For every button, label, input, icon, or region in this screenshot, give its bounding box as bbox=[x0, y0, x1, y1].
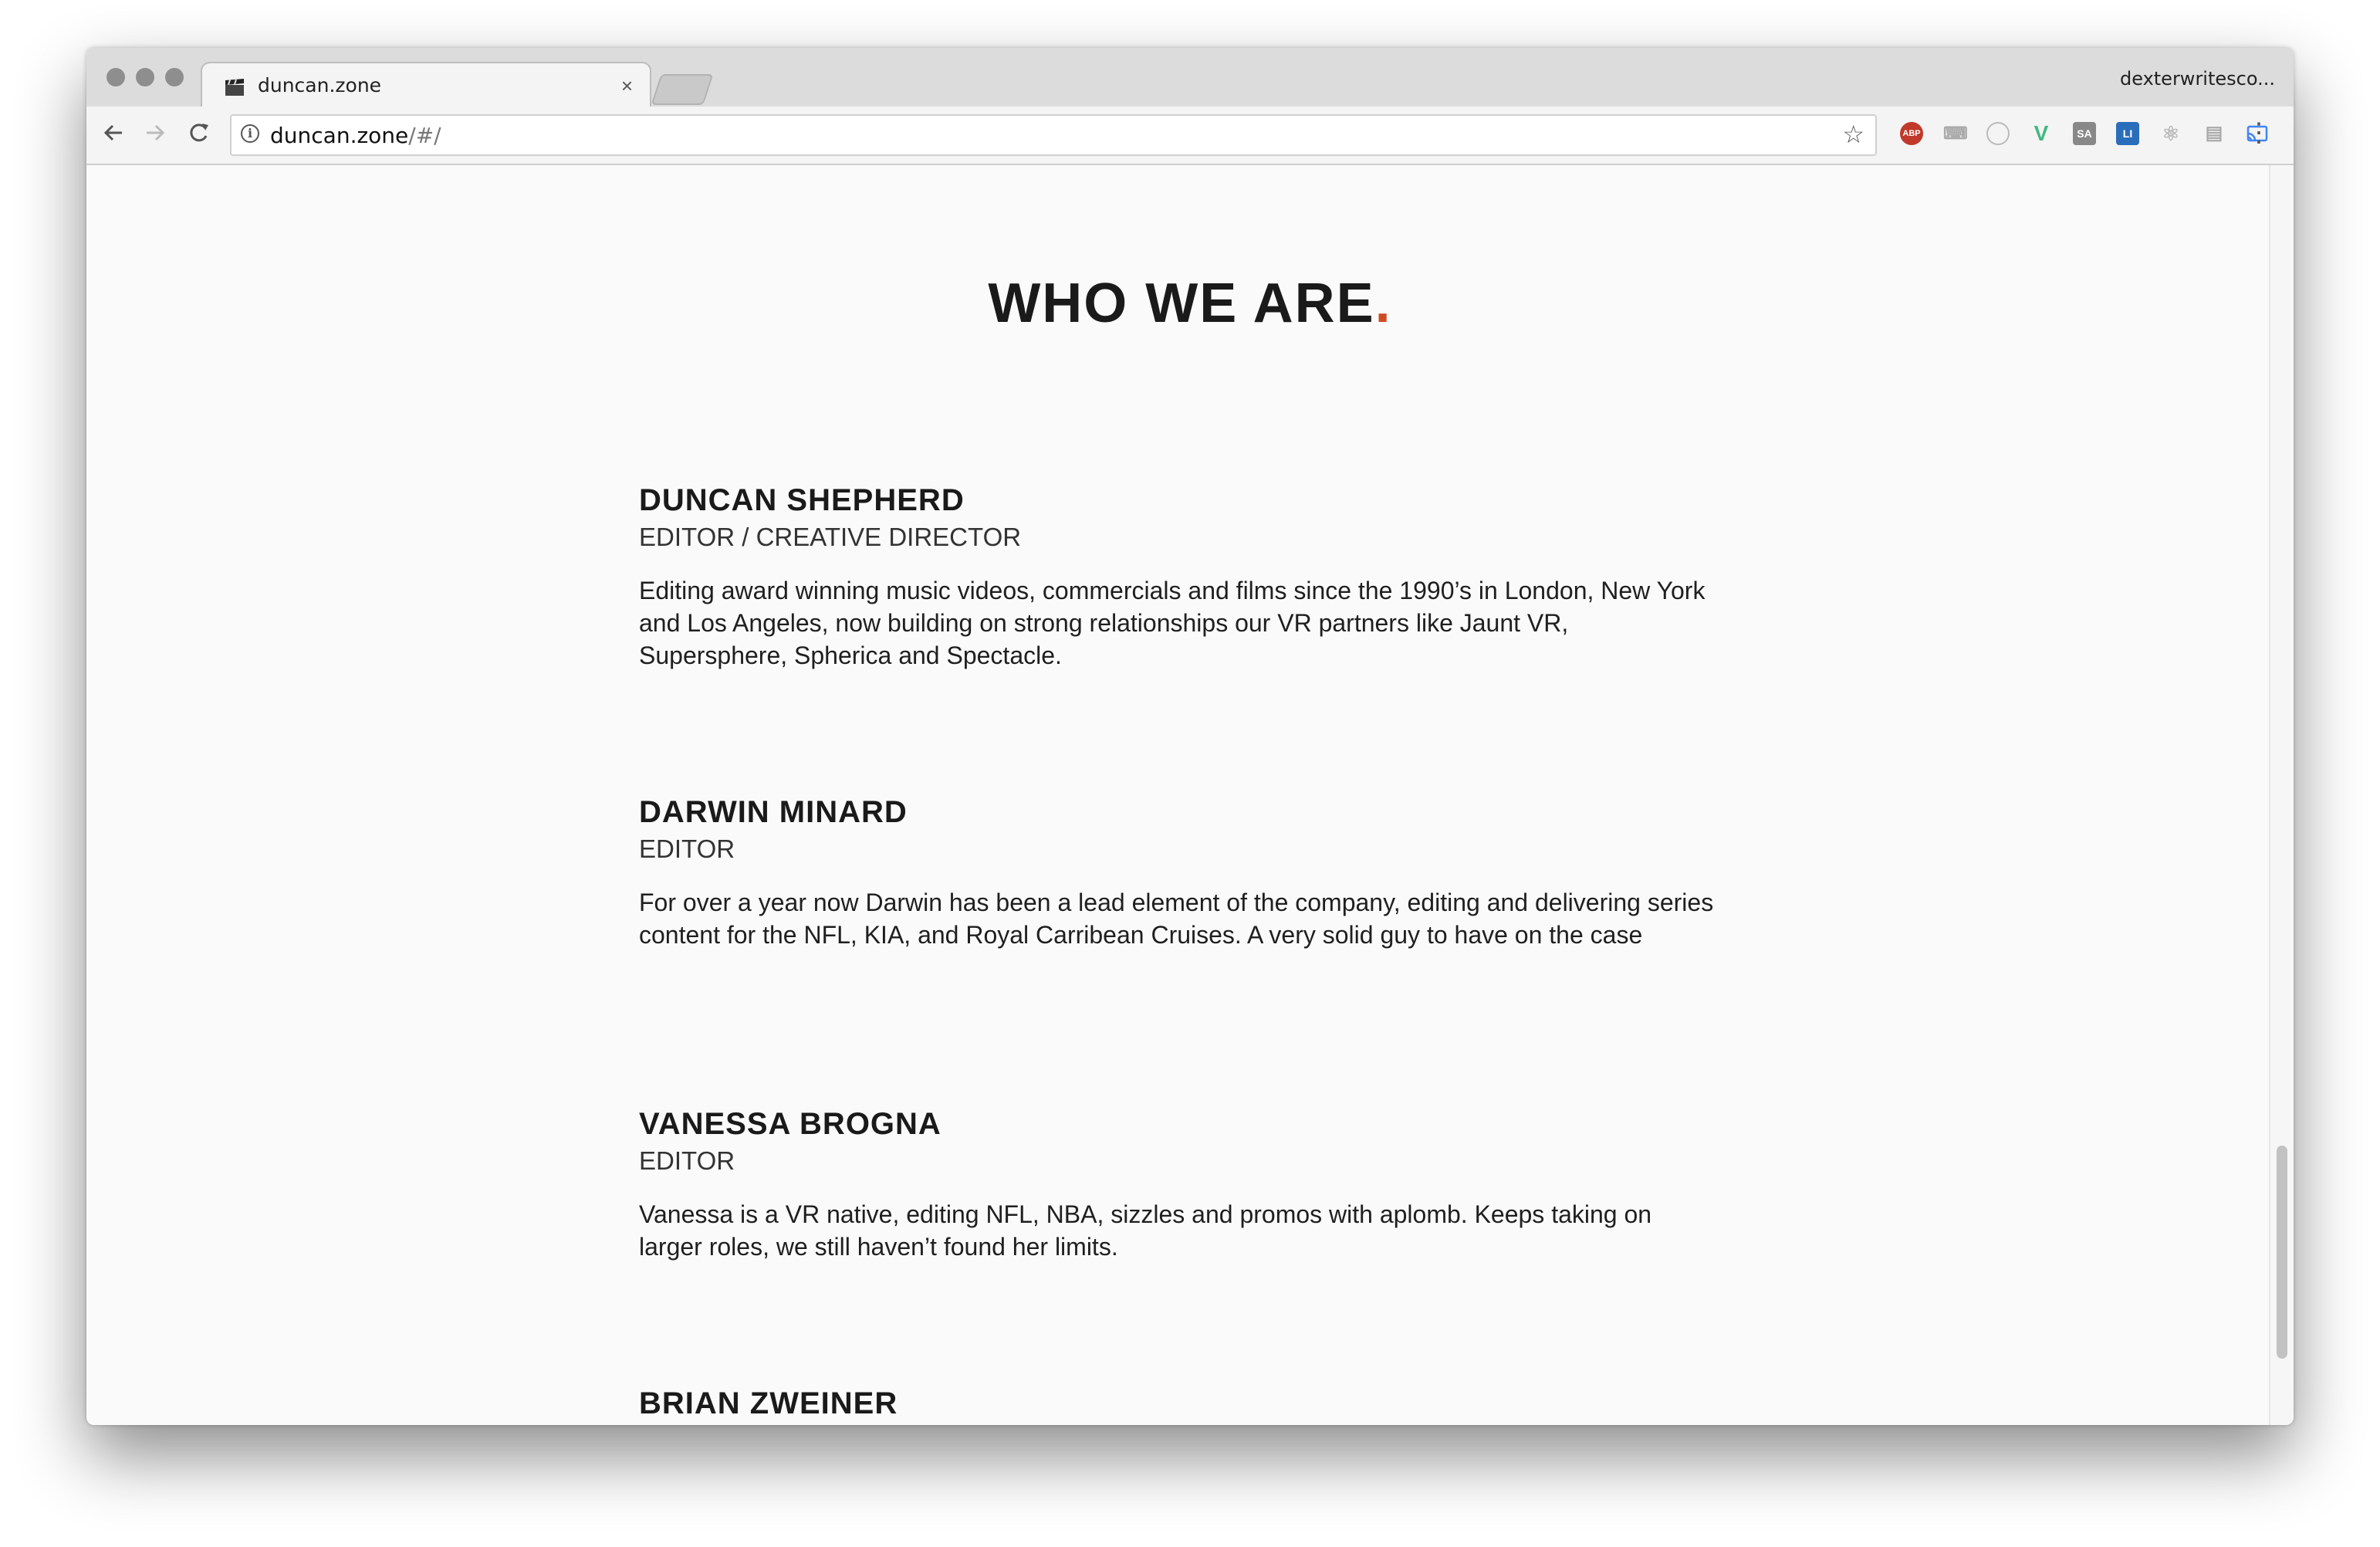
adblock-plus-icon[interactable]: ABP bbox=[1900, 122, 1923, 145]
window-close-button[interactable] bbox=[106, 68, 125, 86]
window-minimize-button[interactable] bbox=[136, 68, 154, 86]
member-name: VANESSA BROGNA bbox=[639, 1107, 942, 1141]
tab-duncan-zone[interactable]: duncan.zone × bbox=[201, 62, 651, 108]
member-role: EDITOR bbox=[639, 1423, 1719, 1425]
tab-close-icon[interactable]: × bbox=[621, 74, 633, 98]
clapperboard-icon bbox=[224, 79, 247, 97]
team-member: VANESSA BROGNA EDITOR Vanessa is a VR na… bbox=[639, 1105, 1719, 1263]
browser-window: duncan.zone × dexterwritesco... i duncan… bbox=[86, 48, 2294, 1425]
back-icon[interactable] bbox=[100, 117, 127, 155]
sa-extension-icon[interactable]: SA bbox=[2073, 122, 2096, 145]
window-maximize-button[interactable] bbox=[165, 68, 184, 86]
bookmark-star-icon[interactable]: ☆ bbox=[1842, 120, 1864, 149]
page-title: WHO WE ARE. bbox=[988, 273, 1392, 334]
team-member: DARWIN MINARD EDITOR For over a year now… bbox=[639, 794, 1719, 951]
new-tab-button[interactable] bbox=[651, 74, 714, 105]
scrollbar[interactable] bbox=[2269, 165, 2294, 1425]
address-bar[interactable]: i duncan.zone/#/ ☆ bbox=[230, 114, 1877, 156]
url-text[interactable]: duncan.zone/#/ bbox=[270, 123, 441, 148]
team-member: BRIAN ZWEINER EDITOR bbox=[639, 1385, 1719, 1425]
page-content: WHO WE ARE. DUNCAN SHEPHERD EDITOR / CRE… bbox=[86, 165, 2294, 1425]
li-extension-icon[interactable]: LI bbox=[2116, 122, 2139, 145]
team-member: DUNCAN SHEPHERD EDITOR / CREATIVE DIRECT… bbox=[639, 482, 1719, 672]
tab-title: duncan.zone bbox=[258, 74, 382, 96]
reader-extension-icon[interactable]: ▤ bbox=[2203, 122, 2226, 145]
member-name: DARWIN MINARD bbox=[639, 795, 908, 829]
forward-icon[interactable] bbox=[142, 117, 168, 155]
reload-icon[interactable] bbox=[185, 117, 211, 155]
chat-extension-icon[interactable]: ⌨ bbox=[1943, 122, 1968, 145]
member-bio: Editing award winning music videos, comm… bbox=[639, 577, 1706, 669]
tab-strip: duncan.zone × dexterwritesco... bbox=[86, 48, 2294, 108]
scrollbar-thumb[interactable] bbox=[2277, 1146, 2287, 1359]
toolbar: i duncan.zone/#/ ☆ ABP ⌨ V SA LI ⚛ ▤ ⋮ bbox=[86, 107, 2294, 165]
profile-name[interactable]: dexterwritesco... bbox=[2120, 68, 2275, 90]
vue-devtools-icon[interactable]: V bbox=[2030, 122, 2053, 145]
member-role: EDITOR bbox=[639, 834, 735, 863]
member-name: BRIAN ZWEINER bbox=[639, 1386, 898, 1420]
member-name: DUNCAN SHEPHERD bbox=[639, 483, 965, 517]
info-icon[interactable]: i bbox=[241, 124, 259, 143]
more-menu-icon[interactable]: ⋮ bbox=[2246, 117, 2272, 148]
member-bio: Vanessa is a VR native, editing NFL, NBA… bbox=[639, 1200, 1652, 1261]
circle-extension-icon[interactable] bbox=[1986, 122, 2010, 145]
member-bio: For over a year now Darwin has been a le… bbox=[639, 889, 1714, 949]
member-role: EDITOR / CREATIVE DIRECTOR bbox=[639, 523, 1022, 551]
member-role: EDITOR bbox=[639, 1146, 735, 1175]
react-devtools-icon[interactable]: ⚛ bbox=[2159, 122, 2182, 145]
